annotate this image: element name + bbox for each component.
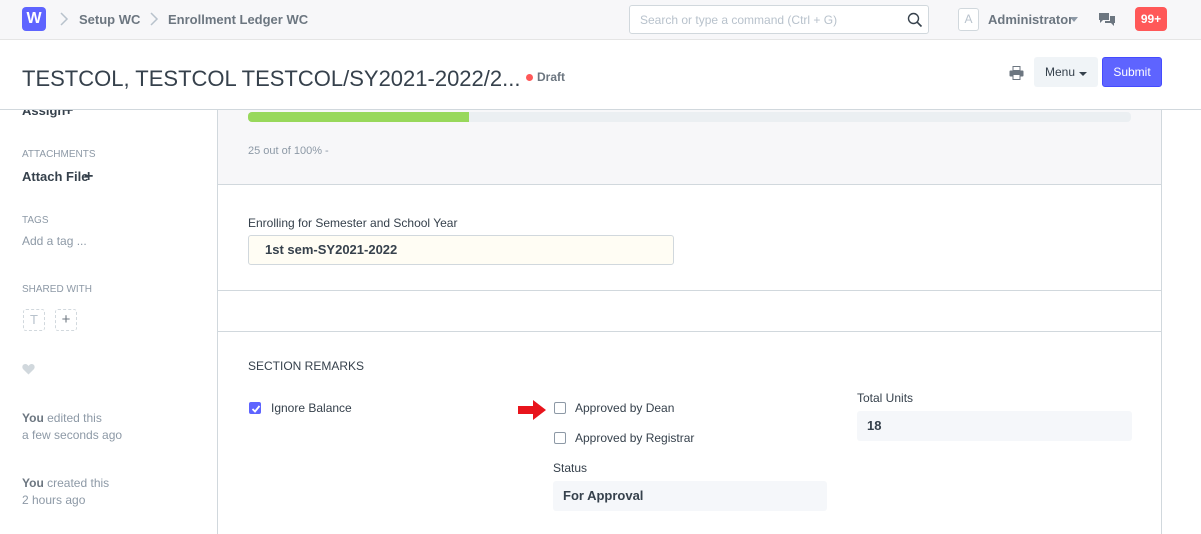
plus-icon[interactable]: + — [64, 110, 73, 118]
activity-actor: You — [22, 411, 44, 425]
page-title: TESTCOL, TESTCOL TESTCOL/SY2021-2022/2..… — [22, 66, 521, 91]
breadcrumb-enrollment-ledger[interactable]: Enrollment Ledger WC — [168, 12, 308, 27]
activity-item: You edited this — [22, 411, 102, 425]
chevron-right-icon — [60, 12, 69, 26]
approved-by-registrar-checkbox[interactable] — [554, 432, 566, 444]
progress-bar-fill — [248, 112, 469, 122]
progress-text: 25 out of 100% - — [248, 145, 329, 157]
page-head: TESTCOL, TESTCOL TESTCOL/SY2021-2022/2..… — [0, 40, 1201, 110]
ignore-balance-label: Ignore Balance — [271, 401, 352, 415]
add-share-button[interactable]: + — [55, 309, 77, 331]
app-logo[interactable]: W — [22, 7, 46, 31]
status-field-label: Status — [553, 461, 588, 475]
shared-user-avatar[interactable]: T — [23, 309, 45, 331]
shared-with-heading: Shared With — [22, 284, 92, 295]
plus-icon[interactable]: + — [84, 169, 93, 185]
add-tag-link[interactable]: Add a tag ... — [22, 234, 87, 248]
print-icon[interactable] — [1009, 66, 1024, 80]
breadcrumb-setup-wc[interactable]: Setup WC — [79, 12, 140, 27]
assign-link[interactable]: Assign — [22, 110, 65, 118]
approved-by-dean-label: Approved by Dean — [575, 401, 675, 415]
chevron-right-icon — [150, 12, 159, 26]
activity-item: You created this — [22, 476, 109, 490]
red-arrow-annotation-icon — [518, 400, 546, 420]
assign-row-clipped: Assign + — [0, 110, 217, 118]
user-menu[interactable]: Administrator — [988, 12, 1073, 27]
search-input[interactable] — [629, 5, 929, 34]
heart-icon[interactable] — [22, 363, 35, 375]
progress-section: 25 out of 100% - — [218, 110, 1161, 185]
chat-icon[interactable] — [1098, 12, 1116, 28]
check-icon — [251, 405, 261, 413]
section-heading: Section Remarks — [248, 359, 365, 373]
semester-field-label: Enrolling for Semester and School Year — [248, 216, 458, 230]
navbar: W Setup WC Enrollment Ledger WC A Admini… — [0, 0, 1201, 40]
form-main: 25 out of 100% - Enrolling for Semester … — [217, 110, 1162, 534]
submit-button[interactable]: Submit — [1102, 57, 1162, 87]
notification-badge[interactable]: 99+ — [1135, 7, 1167, 31]
activity-time: a few seconds ago — [22, 428, 123, 442]
chevron-down-icon[interactable] — [1070, 17, 1078, 22]
form-sidebar: Assign + Attachments Attach File + Tags … — [0, 110, 217, 534]
tags-heading: Tags — [22, 215, 49, 226]
status-field[interactable]: For Approval — [553, 481, 827, 511]
total-units-label: Total Units — [857, 391, 914, 405]
empty-section — [218, 292, 1161, 332]
approved-by-registrar-label: Approved by Registrar — [575, 431, 695, 445]
approved-by-dean-checkbox[interactable] — [554, 402, 566, 414]
chevron-down-icon — [1079, 72, 1087, 76]
menu-button-label: Menu — [1045, 65, 1076, 79]
attach-file-link[interactable]: Attach File — [22, 169, 88, 184]
activity-action: edited this — [47, 411, 102, 425]
total-units-field[interactable]: 18 — [857, 411, 1132, 441]
progress-bar — [248, 112, 1131, 122]
ignore-balance-checkbox[interactable] — [249, 402, 261, 414]
section-remarks: Section Remarks Ignore Balance Approved … — [218, 333, 1161, 534]
search-icon[interactable] — [907, 12, 923, 28]
attachments-heading: Attachments — [22, 149, 96, 160]
status-badge: Draft — [537, 70, 566, 84]
activity-action: created this — [47, 476, 110, 490]
status-indicator-dot — [526, 74, 533, 81]
activity-actor: You — [22, 476, 44, 490]
enrollment-section: Enrolling for Semester and School Year 1… — [218, 186, 1161, 291]
user-avatar[interactable]: A — [958, 8, 979, 31]
semester-field[interactable]: 1st sem-SY2021-2022 — [248, 235, 674, 265]
menu-button[interactable]: Menu — [1034, 57, 1098, 87]
activity-time: 2 hours ago — [22, 493, 86, 507]
